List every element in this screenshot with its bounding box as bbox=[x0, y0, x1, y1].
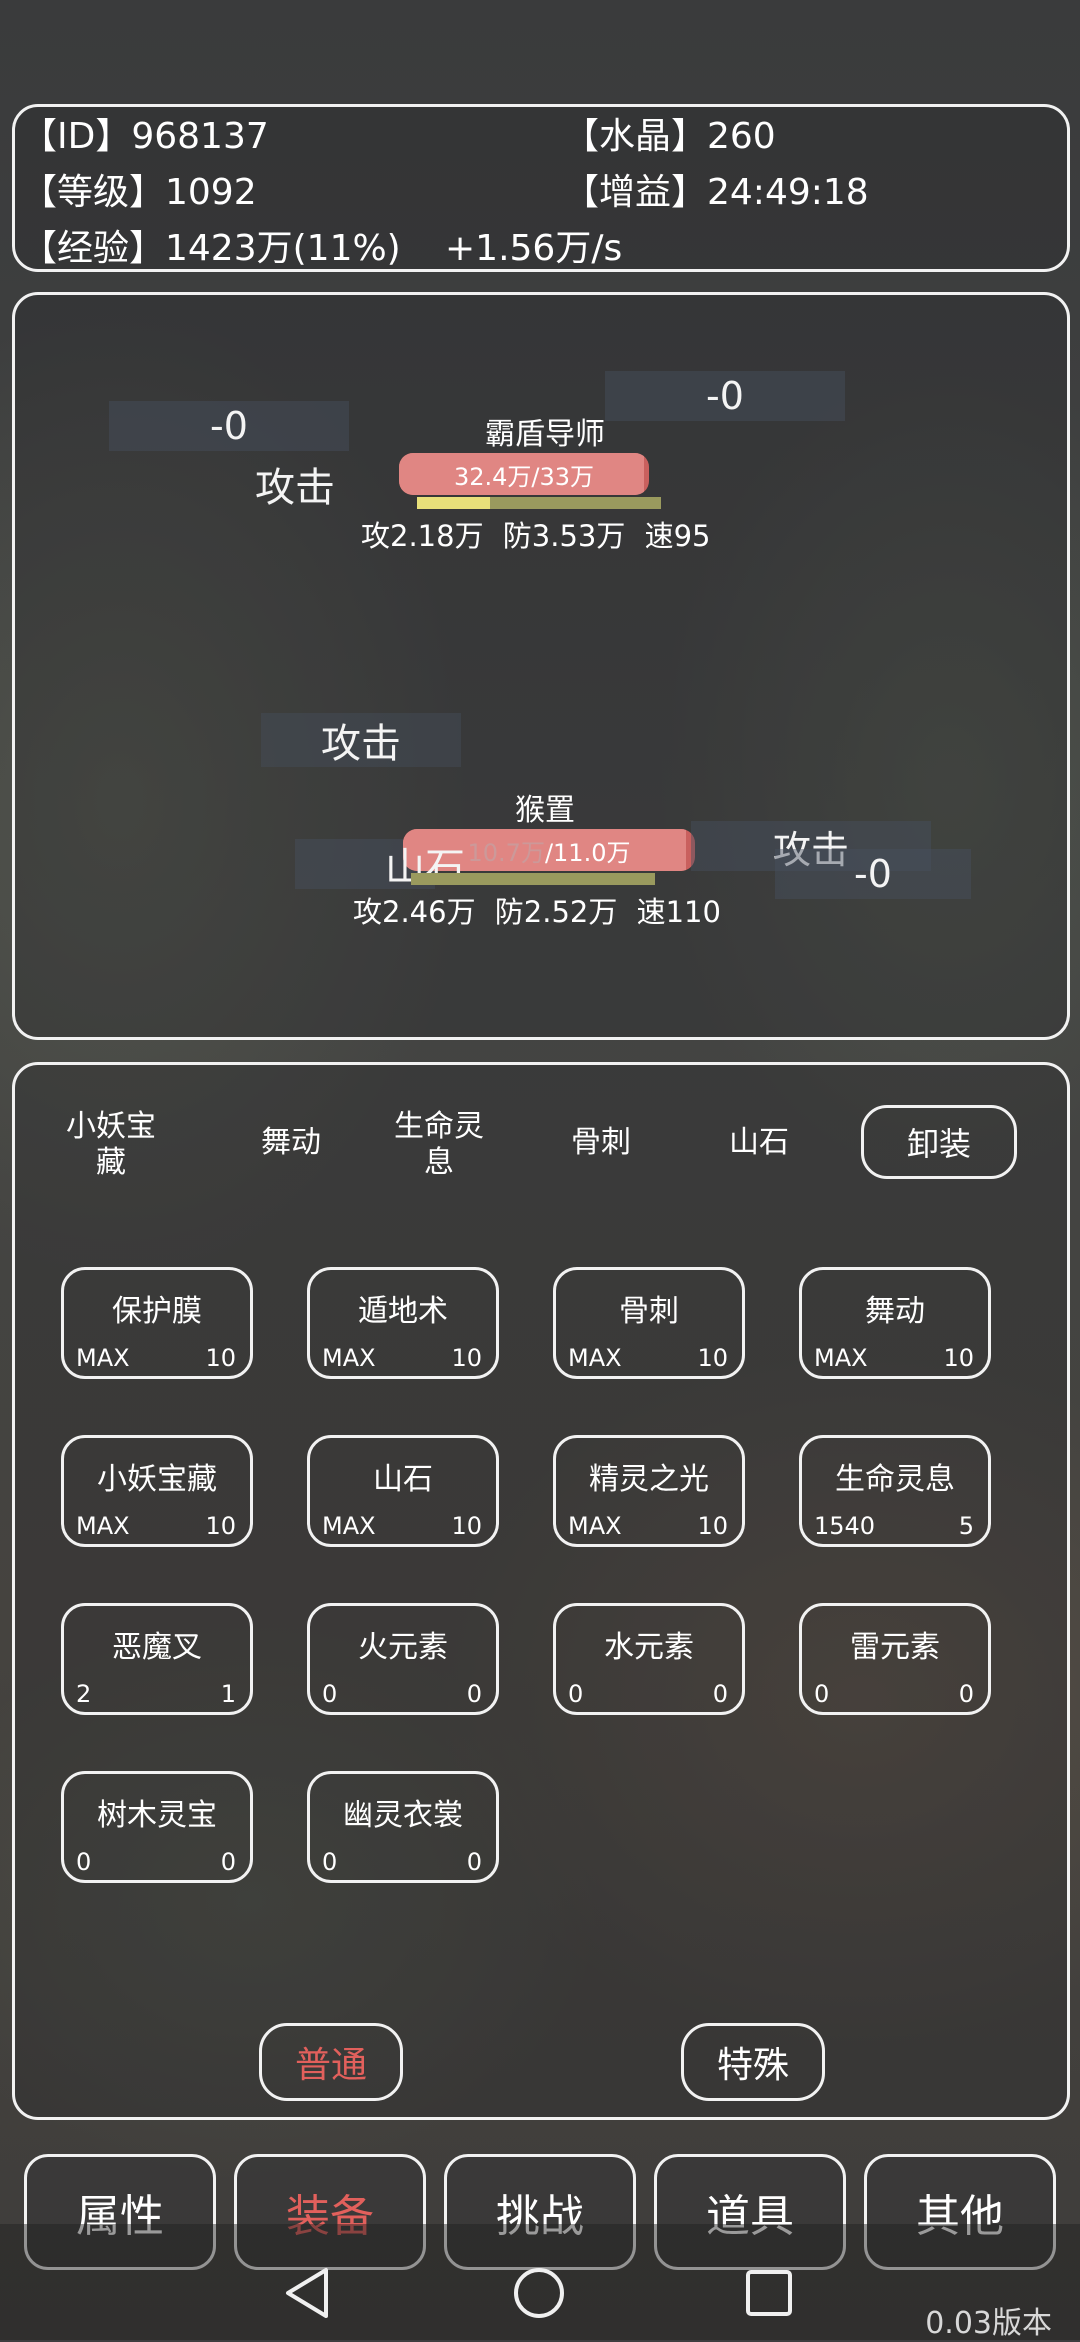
enemy-stats: 攻2.18万 防3.53万 速95 bbox=[361, 513, 711, 555]
skill-level: 0 bbox=[322, 1848, 338, 1876]
skill-name: 小妖宝藏 bbox=[97, 1462, 217, 1497]
skill-level: MAX bbox=[76, 1344, 130, 1372]
mode-special-button[interactable]: 特殊 bbox=[681, 2023, 825, 2101]
skill-count: 0 bbox=[220, 1848, 236, 1876]
enemy-hp-bar: 32.4万/33万 bbox=[399, 453, 649, 495]
skill-count: 10 bbox=[943, 1344, 974, 1372]
skill-level: 0 bbox=[568, 1680, 584, 1708]
back-icon[interactable] bbox=[282, 2266, 332, 2324]
skill-button[interactable]: 山石 MAX 10 bbox=[307, 1435, 499, 1547]
skill-count: 10 bbox=[205, 1512, 236, 1540]
skill-level: MAX bbox=[322, 1344, 376, 1372]
battle-panel: -0 -0 攻击 霸盾导师 32.4万/33万 攻2.18万 防3.53万 速9… bbox=[12, 292, 1070, 1040]
enemy-damage-float-left: -0 bbox=[109, 401, 349, 451]
player-damage-float: -0 bbox=[775, 849, 971, 899]
skill-button[interactable]: 精灵之光 MAX 10 bbox=[553, 1435, 745, 1547]
skill-button[interactable]: 舞动 MAX 10 bbox=[799, 1267, 991, 1379]
enemy-secondary-fill bbox=[417, 497, 491, 509]
skill-count: 10 bbox=[205, 1344, 236, 1372]
skill-button[interactable]: 遁地术 MAX 10 bbox=[307, 1267, 499, 1379]
system-nav-bar bbox=[0, 2224, 1080, 2340]
skill-level: MAX bbox=[76, 1512, 130, 1540]
equipment-panel: 小妖宝藏 舞动 生命灵息 骨刺 山石 卸装 保护膜 MAX 10 遁地术 MAX 10 骨刺… bbox=[12, 1062, 1070, 2120]
player-attack: 攻2.46万 bbox=[353, 895, 476, 929]
player-secondary-bar bbox=[411, 873, 655, 885]
player-hp-max: /11.0万 bbox=[544, 838, 631, 867]
recents-icon[interactable] bbox=[744, 2268, 794, 2322]
skill-count: 0 bbox=[712, 1680, 728, 1708]
player-defense: 防2.52万 bbox=[494, 895, 618, 929]
skill-count: 1 bbox=[220, 1680, 236, 1708]
player-level: 【等级】1092 bbox=[21, 172, 257, 213]
skill-button[interactable]: 雷元素 0 0 bbox=[799, 1603, 991, 1715]
skill-name: 山石 bbox=[373, 1462, 433, 1497]
player-speed: 速110 bbox=[636, 895, 721, 929]
skill-button[interactable]: 小妖宝藏 MAX 10 bbox=[61, 1435, 253, 1547]
enemy-speed: 速95 bbox=[644, 519, 711, 553]
skill-button[interactable]: 水元素 0 0 bbox=[553, 1603, 745, 1715]
skill-button[interactable]: 树木灵宝 0 0 bbox=[61, 1771, 253, 1883]
home-icon[interactable] bbox=[512, 2266, 566, 2324]
enemy-name: 霸盾导师 bbox=[485, 417, 605, 452]
version-label: 0.03版本 bbox=[925, 2306, 1052, 2341]
skill-button[interactable]: 骨刺 MAX 10 bbox=[553, 1267, 745, 1379]
crystal-count: 【水晶】260 bbox=[563, 116, 776, 157]
skill-name: 精灵之光 bbox=[589, 1462, 709, 1497]
skill-name: 雷元素 bbox=[850, 1630, 940, 1665]
exp-rate: +1.56万/s bbox=[445, 228, 623, 269]
skill-level: MAX bbox=[568, 1512, 622, 1540]
buff-timer: 【增益】24:49:18 bbox=[563, 172, 869, 213]
skill-button[interactable]: 幽灵衣裳 0 0 bbox=[307, 1771, 499, 1883]
skill-count: 10 bbox=[697, 1512, 728, 1540]
equipped-slot-3[interactable]: 生命灵息 bbox=[383, 1109, 495, 1181]
skill-name: 树木灵宝 bbox=[97, 1798, 217, 1833]
enemy-defense: 防3.53万 bbox=[502, 519, 626, 553]
equipped-slot-2[interactable]: 舞动 bbox=[235, 1125, 347, 1161]
skill-count: 10 bbox=[451, 1512, 482, 1540]
equipped-slot-1[interactable]: 小妖宝藏 bbox=[55, 1109, 167, 1181]
skill-level: 0 bbox=[814, 1680, 830, 1708]
skill-name: 保护膜 bbox=[112, 1294, 202, 1329]
skill-level: MAX bbox=[568, 1344, 622, 1372]
skill-level: 1540 bbox=[814, 1512, 876, 1540]
skill-level: MAX bbox=[322, 1512, 376, 1540]
skill-name: 恶魔叉 bbox=[112, 1630, 202, 1665]
skill-name: 舞动 bbox=[865, 1294, 925, 1329]
skill-button[interactable]: 火元素 0 0 bbox=[307, 1603, 499, 1715]
skill-name: 水元素 bbox=[604, 1630, 694, 1665]
skill-count: 5 bbox=[958, 1512, 974, 1540]
enemy-secondary-bar bbox=[417, 497, 661, 509]
skill-name: 火元素 bbox=[358, 1630, 448, 1665]
skill-count: 10 bbox=[697, 1344, 728, 1372]
skill-count: 10 bbox=[451, 1344, 482, 1372]
skill-count: 0 bbox=[466, 1848, 482, 1876]
player-info-panel: 【ID】968137 【水晶】260 【等级】1092 【增益】24:49:18… bbox=[12, 104, 1070, 272]
skill-name: 遁地术 bbox=[358, 1294, 448, 1329]
skill-button[interactable]: 生命灵息 1540 5 bbox=[799, 1435, 991, 1547]
skill-level: 0 bbox=[76, 1848, 92, 1876]
enemy-action-text: 攻击 bbox=[255, 465, 335, 511]
skill-name: 生命灵息 bbox=[835, 1462, 955, 1497]
skill-level: 0 bbox=[322, 1680, 338, 1708]
player-name: 猴置 bbox=[515, 793, 575, 828]
skill-level: MAX bbox=[814, 1344, 868, 1372]
enemy-hp-text: 32.4万/33万 bbox=[453, 462, 595, 491]
player-stats: 攻2.46万 防2.52万 速110 bbox=[353, 889, 721, 931]
player-id: 【ID】968137 bbox=[21, 116, 269, 157]
equipped-slot-4[interactable]: 骨刺 bbox=[545, 1125, 657, 1161]
skill-count: 0 bbox=[958, 1680, 974, 1708]
skill-name: 骨刺 bbox=[619, 1294, 679, 1329]
player-action-top: 攻击 bbox=[261, 713, 461, 767]
skill-button[interactable]: 保护膜 MAX 10 bbox=[61, 1267, 253, 1379]
equipped-slot-5[interactable]: 山石 bbox=[703, 1125, 815, 1161]
skill-name: 幽灵衣裳 bbox=[343, 1798, 463, 1833]
skill-level: 2 bbox=[76, 1680, 92, 1708]
enemy-attack: 攻2.18万 bbox=[361, 519, 484, 553]
skill-count: 0 bbox=[466, 1680, 482, 1708]
mode-normal-button[interactable]: 普通 bbox=[259, 2023, 403, 2101]
unequip-button[interactable]: 卸装 bbox=[861, 1105, 1017, 1179]
experience: 【经验】1423万(11%) bbox=[21, 228, 401, 269]
skill-button[interactable]: 恶魔叉 2 1 bbox=[61, 1603, 253, 1715]
